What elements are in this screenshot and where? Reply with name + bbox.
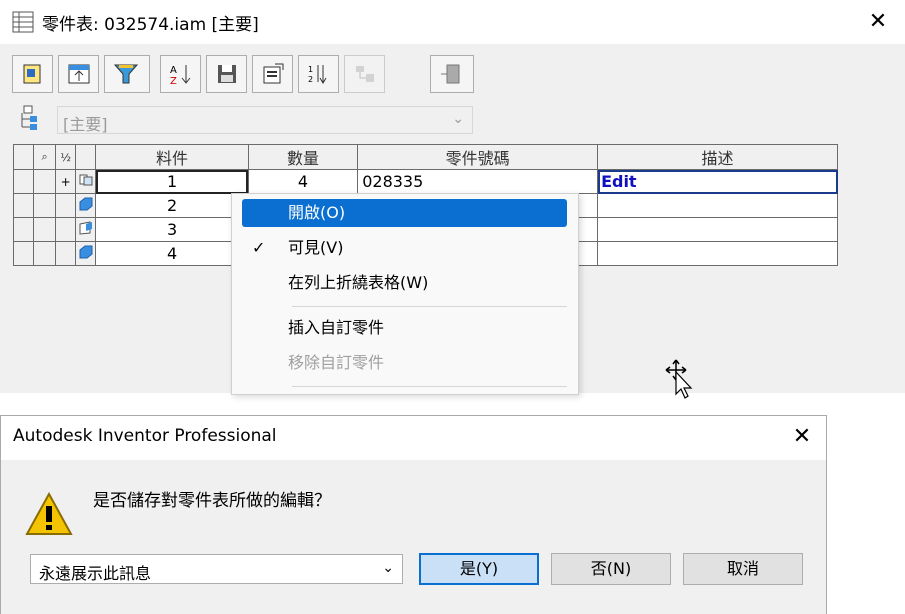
context-menu: 開啟(O) ✓ 可見(V) 在列上折繞表格(W) 插入自訂零件 移除自訂零件 bbox=[231, 193, 579, 395]
menu-item-insert-custom-part[interactable]: 插入自訂零件 bbox=[242, 314, 567, 342]
expand-toggle bbox=[55, 217, 77, 242]
dialog-body: 是否儲存對零件表所做的編輯？ 永遠展示此訊息 ⌄ 是(Y) 否(N) 取消 bbox=[1, 460, 826, 614]
expand-toggle[interactable]: + bbox=[55, 169, 77, 194]
menu-item-label: 可見(V) bbox=[288, 238, 344, 257]
renumber-icon: 12 bbox=[308, 65, 327, 84]
sort-icon: AZ bbox=[170, 65, 191, 86]
view-bom-button[interactable] bbox=[58, 55, 99, 93]
pin-column-icon: ⌕ bbox=[33, 144, 57, 170]
filter-button[interactable] bbox=[104, 55, 150, 93]
pin-cell bbox=[33, 217, 57, 242]
qty-cell[interactable]: 4 bbox=[247, 169, 359, 194]
bom-window: 零件表: 032574.iam [主要] ✕ AZ 12 [主要] ⌄ ⌕ ½ … bbox=[0, 0, 905, 399]
close-icon[interactable]: ✕ bbox=[787, 422, 817, 452]
pin-cell bbox=[33, 169, 57, 194]
bom-view-row bbox=[16, 105, 40, 135]
save-confirm-dialog: Autodesk Inventor Professional ✕ 是否儲存對零件… bbox=[0, 415, 827, 614]
column-header-qty[interactable]: 數量 bbox=[247, 144, 359, 170]
chevron-down-icon: ⌄ bbox=[382, 560, 394, 576]
expand-toggle bbox=[55, 241, 77, 266]
row-header[interactable] bbox=[12, 217, 35, 242]
part-icon bbox=[75, 193, 97, 218]
column-header-description[interactable]: 描述 bbox=[597, 144, 838, 170]
menu-item-wrap-table[interactable]: 在列上折繞表格(W) bbox=[242, 269, 567, 297]
description-cell[interactable]: Edit bbox=[597, 169, 838, 194]
menu-separator bbox=[292, 386, 567, 387]
fraction-column-icon: ½ bbox=[55, 144, 77, 170]
renumber-button[interactable]: 12 bbox=[298, 55, 339, 93]
show-message-dropdown[interactable]: 永遠展示此訊息 ⌄ bbox=[30, 554, 403, 584]
pin-cell bbox=[33, 241, 57, 266]
svg-text:2: 2 bbox=[308, 75, 313, 84]
no-button[interactable]: 否(N) bbox=[551, 553, 671, 585]
row-header[interactable] bbox=[12, 241, 35, 266]
merge-button[interactable] bbox=[344, 55, 385, 93]
structure-icon bbox=[21, 105, 37, 130]
warning-icon bbox=[25, 491, 73, 540]
menu-separator bbox=[292, 306, 567, 307]
export-icon bbox=[218, 65, 236, 83]
item-cell[interactable]: 1 bbox=[95, 169, 249, 194]
yes-button[interactable]: 是(Y) bbox=[419, 553, 539, 585]
window-title: 零件表: 032574.iam [主要] bbox=[42, 15, 259, 35]
sort-button[interactable]: AZ bbox=[160, 55, 201, 93]
report-button[interactable] bbox=[252, 55, 293, 93]
edit-bom-icon bbox=[23, 64, 41, 84]
svg-text:A: A bbox=[170, 65, 177, 76]
menu-item-open[interactable]: 開啟(O) bbox=[242, 199, 567, 227]
svg-text:1: 1 bbox=[308, 65, 313, 74]
row-header[interactable] bbox=[12, 169, 35, 194]
checkmark-icon: ✓ bbox=[252, 238, 266, 257]
menu-item-label: 開啟(O) bbox=[288, 203, 346, 222]
column-header-part-number[interactable]: 零件號碼 bbox=[357, 144, 599, 170]
sheet-part-icon bbox=[75, 217, 97, 242]
svg-text:Z: Z bbox=[170, 76, 177, 86]
menu-item-visible[interactable]: ✓ 可見(V) bbox=[242, 234, 567, 262]
chevron-down-icon: ⌄ bbox=[452, 111, 464, 127]
type-column-header bbox=[75, 144, 97, 170]
bom-title-bar: 零件表: 032574.iam [主要] ✕ bbox=[0, 0, 905, 44]
export-button[interactable] bbox=[206, 55, 247, 93]
dropdown-value: 永遠展示此訊息 bbox=[39, 564, 152, 583]
part-icon bbox=[75, 241, 97, 266]
table-row[interactable]: + 1 4 028335 Edit bbox=[12, 169, 838, 194]
menu-item-remove-custom-part: 移除自訂零件 bbox=[242, 349, 567, 377]
description-cell[interactable] bbox=[597, 193, 838, 218]
filter-icon bbox=[113, 64, 139, 84]
bom-view-select[interactable]: [主要] ⌄ bbox=[57, 106, 473, 134]
row-header[interactable] bbox=[12, 193, 35, 218]
part-number-cell[interactable]: 028335 bbox=[357, 169, 599, 194]
menu-item-label: 插入自訂零件 bbox=[288, 318, 385, 337]
edit-bom-button[interactable] bbox=[12, 55, 53, 93]
description-cell[interactable] bbox=[597, 241, 838, 266]
close-icon[interactable]: ✕ bbox=[864, 8, 892, 36]
view-bom-icon bbox=[68, 64, 90, 84]
column-chooser-button[interactable] bbox=[430, 55, 474, 93]
expand-toggle bbox=[55, 193, 77, 218]
pin-cell bbox=[33, 193, 57, 218]
menu-item-label: 移除自訂零件 bbox=[288, 353, 385, 372]
table-icon bbox=[11, 10, 35, 34]
table-header-row: ⌕ ½ 料件 數量 零件號碼 描述 bbox=[12, 144, 838, 170]
item-cell[interactable]: 4 bbox=[95, 241, 249, 266]
dialog-message: 是否儲存對零件表所做的編輯？ bbox=[93, 491, 331, 511]
cancel-button[interactable]: 取消 bbox=[683, 553, 803, 585]
description-cell[interactable] bbox=[597, 217, 838, 242]
row-header-corner bbox=[12, 144, 35, 170]
dialog-title: Autodesk Inventor Professional bbox=[13, 426, 277, 446]
move-cursor-icon bbox=[662, 358, 696, 406]
item-cell[interactable]: 3 bbox=[95, 217, 249, 242]
item-cell[interactable]: 2 bbox=[95, 193, 249, 218]
bom-view-value: [主要] bbox=[63, 115, 108, 134]
report-icon bbox=[263, 63, 284, 84]
menu-item-label: 在列上折繞表格(W) bbox=[288, 273, 429, 292]
assembly-icon bbox=[75, 169, 97, 194]
column-header-item[interactable]: 料件 bbox=[95, 144, 249, 170]
merge-icon bbox=[356, 66, 374, 82]
column-icon bbox=[441, 64, 460, 84]
